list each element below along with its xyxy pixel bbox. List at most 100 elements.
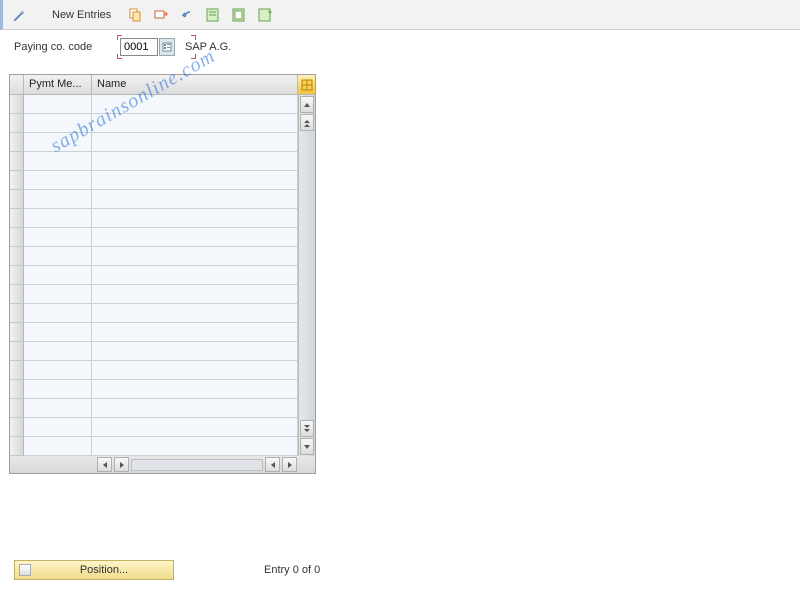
undo-icon-button[interactable] — [176, 4, 198, 26]
cell-pymt-method[interactable] — [24, 380, 92, 399]
cell-name[interactable] — [92, 228, 298, 247]
row-header[interactable] — [10, 361, 24, 380]
cell-name[interactable] — [92, 380, 298, 399]
cell-name[interactable] — [92, 304, 298, 323]
position-button-label: Position... — [39, 564, 169, 576]
cell-pymt-method[interactable] — [24, 304, 92, 323]
row-header[interactable] — [10, 304, 24, 323]
cell-pymt-method[interactable] — [24, 399, 92, 418]
table-row — [24, 114, 298, 133]
cell-pymt-method[interactable] — [24, 114, 92, 133]
copy-icon-button[interactable] — [124, 4, 146, 26]
row-header[interactable] — [10, 247, 24, 266]
position-icon — [19, 564, 31, 576]
cell-pymt-method[interactable] — [24, 323, 92, 342]
row-header[interactable] — [10, 418, 24, 437]
new-entries-label: New Entries — [52, 9, 111, 21]
row-header[interactable] — [10, 133, 24, 152]
horizontal-scroll-track[interactable] — [131, 459, 263, 471]
cell-pymt-method[interactable] — [24, 247, 92, 266]
column-header-pymt-method[interactable]: Pymt Me... — [24, 75, 92, 95]
paying-company-code-input[interactable] — [120, 38, 158, 56]
table-row — [24, 342, 298, 361]
row-header[interactable] — [10, 190, 24, 209]
toolbar: New Entries — [0, 0, 800, 30]
table-row — [24, 399, 298, 418]
table-settings-icon[interactable] — [298, 75, 315, 95]
f4-help-icon[interactable] — [159, 38, 175, 56]
scroll-left-icon[interactable] — [97, 457, 112, 472]
horizontal-scrollbar[interactable] — [10, 456, 315, 473]
cell-pymt-method[interactable] — [24, 95, 92, 114]
wrench-icon-button[interactable] — [9, 4, 31, 26]
cell-name[interactable] — [92, 209, 298, 228]
new-entries-button[interactable]: New Entries — [43, 4, 120, 26]
select-all-icon-button[interactable] — [228, 4, 250, 26]
row-header[interactable] — [10, 380, 24, 399]
scroll-right-icon[interactable] — [282, 457, 297, 472]
delimit-icon-button[interactable] — [150, 4, 172, 26]
cell-name[interactable] — [92, 342, 298, 361]
cell-name[interactable] — [92, 114, 298, 133]
row-header[interactable] — [10, 323, 24, 342]
cell-name[interactable] — [92, 171, 298, 190]
cell-pymt-method[interactable] — [24, 228, 92, 247]
table-row — [24, 152, 298, 171]
corner-header[interactable] — [10, 75, 24, 95]
save-row-icon-button[interactable] — [202, 4, 224, 26]
table-row — [24, 437, 298, 456]
scroll-down-double-icon[interactable] — [300, 420, 314, 437]
cell-name[interactable] — [92, 323, 298, 342]
cell-pymt-method[interactable] — [24, 418, 92, 437]
cell-pymt-method[interactable] — [24, 361, 92, 380]
scroll-left-end-icon[interactable] — [265, 457, 280, 472]
table-row — [24, 95, 298, 114]
table-row — [24, 171, 298, 190]
vertical-scrollbar[interactable] — [298, 95, 315, 456]
row-header[interactable] — [10, 228, 24, 247]
position-button[interactable]: Position... — [14, 560, 174, 580]
deselect-all-icon-button[interactable] — [254, 4, 276, 26]
cell-pymt-method[interactable] — [24, 285, 92, 304]
cell-name[interactable] — [92, 190, 298, 209]
row-header[interactable] — [10, 285, 24, 304]
cell-name[interactable] — [92, 266, 298, 285]
row-header[interactable] — [10, 152, 24, 171]
column-header-name[interactable]: Name — [92, 75, 298, 95]
cell-pymt-method[interactable] — [24, 133, 92, 152]
row-header[interactable] — [10, 114, 24, 133]
cell-name[interactable] — [92, 418, 298, 437]
table-row — [24, 380, 298, 399]
cell-pymt-method[interactable] — [24, 190, 92, 209]
cell-pymt-method[interactable] — [24, 437, 92, 456]
table-row — [24, 323, 298, 342]
cell-name[interactable] — [92, 247, 298, 266]
cell-name[interactable] — [92, 285, 298, 304]
scroll-down-icon[interactable] — [300, 438, 314, 455]
cell-name[interactable] — [92, 133, 298, 152]
row-header[interactable] — [10, 399, 24, 418]
row-header[interactable] — [10, 95, 24, 114]
row-header[interactable] — [10, 171, 24, 190]
paying-company-code-input-wrap — [120, 38, 175, 56]
cell-name[interactable] — [92, 399, 298, 418]
table-row — [24, 190, 298, 209]
scroll-up-double-icon[interactable] — [300, 114, 314, 131]
row-header[interactable] — [10, 342, 24, 361]
row-header[interactable] — [10, 437, 24, 456]
cell-name[interactable] — [92, 437, 298, 456]
cell-name[interactable] — [92, 361, 298, 380]
table-header-row: Pymt Me... Name — [10, 75, 315, 95]
cell-pymt-method[interactable] — [24, 152, 92, 171]
scroll-right-inner-icon[interactable] — [114, 457, 129, 472]
cell-pymt-method[interactable] — [24, 209, 92, 228]
cell-name[interactable] — [92, 95, 298, 114]
cell-pymt-method[interactable] — [24, 266, 92, 285]
row-header[interactable] — [10, 266, 24, 285]
cell-pymt-method[interactable] — [24, 171, 92, 190]
row-header[interactable] — [10, 209, 24, 228]
cell-name[interactable] — [92, 152, 298, 171]
scroll-up-icon[interactable] — [300, 96, 314, 113]
table-cells — [24, 95, 298, 456]
cell-pymt-method[interactable] — [24, 342, 92, 361]
